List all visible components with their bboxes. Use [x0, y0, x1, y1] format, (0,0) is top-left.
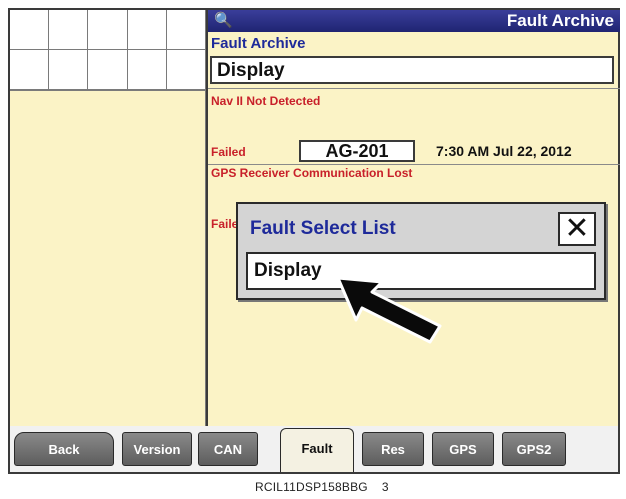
dialog-title: Fault Select List [250, 218, 396, 239]
pointer-arrow-icon [336, 276, 442, 344]
shortcut-cell[interactable] [88, 50, 128, 90]
fault-message: GPS Receiver Communication Lost [211, 166, 413, 180]
tab-can[interactable]: CAN [198, 432, 258, 466]
tab-gps[interactable]: GPS [432, 432, 494, 466]
tab-gps2[interactable]: GPS2 [502, 432, 566, 466]
section-heading: Fault Archive [211, 35, 306, 52]
tab-bar: Back Version CAN Fault Res GPS GPS2 [8, 426, 620, 474]
shortcut-cell[interactable] [10, 50, 50, 90]
shortcut-cell[interactable] [166, 50, 206, 90]
fault-code: AG-201 [299, 140, 415, 162]
shortcut-cell[interactable] [10, 10, 50, 50]
fault-status: Failed [211, 145, 246, 159]
fault-message: Nav II Not Detected [211, 94, 321, 108]
tab-back[interactable]: Back [14, 432, 114, 466]
tab-version[interactable]: Version [122, 432, 192, 466]
close-button[interactable]: ✕ [558, 212, 596, 246]
figure-caption: RCIL11DSP158BBG 3 [255, 480, 389, 494]
close-icon: ✕ [564, 212, 590, 245]
magnifier-icon: 🔍 [214, 12, 233, 29]
tab-fault[interactable]: Fault [280, 428, 354, 472]
shortcut-cell[interactable] [49, 10, 89, 50]
tab-res[interactable]: Res [362, 432, 424, 466]
list-item-label: Display [254, 260, 322, 281]
shortcut-cell[interactable] [49, 50, 89, 90]
figure-id: RCIL11DSP158BBG [255, 480, 368, 494]
shortcut-cell[interactable] [127, 10, 167, 50]
divider [208, 164, 620, 165]
figure-number: 3 [381, 480, 389, 494]
left-panel [10, 90, 206, 429]
shortcut-cell[interactable] [88, 10, 128, 50]
shortcut-cell[interactable] [166, 10, 206, 50]
page-title: Fault Archive [506, 11, 614, 30]
fault-category-value: Display [217, 60, 285, 81]
title-bar: 🔍 Fault Archive [208, 10, 620, 32]
fault-category-select[interactable]: Display [210, 56, 614, 84]
fault-timestamp: 7:30 AM Jul 22, 2012 [436, 143, 572, 159]
shortcut-cell[interactable] [127, 50, 167, 90]
divider [208, 88, 620, 89]
shortcut-grid [10, 10, 206, 90]
fault-status: Faile [211, 217, 239, 231]
